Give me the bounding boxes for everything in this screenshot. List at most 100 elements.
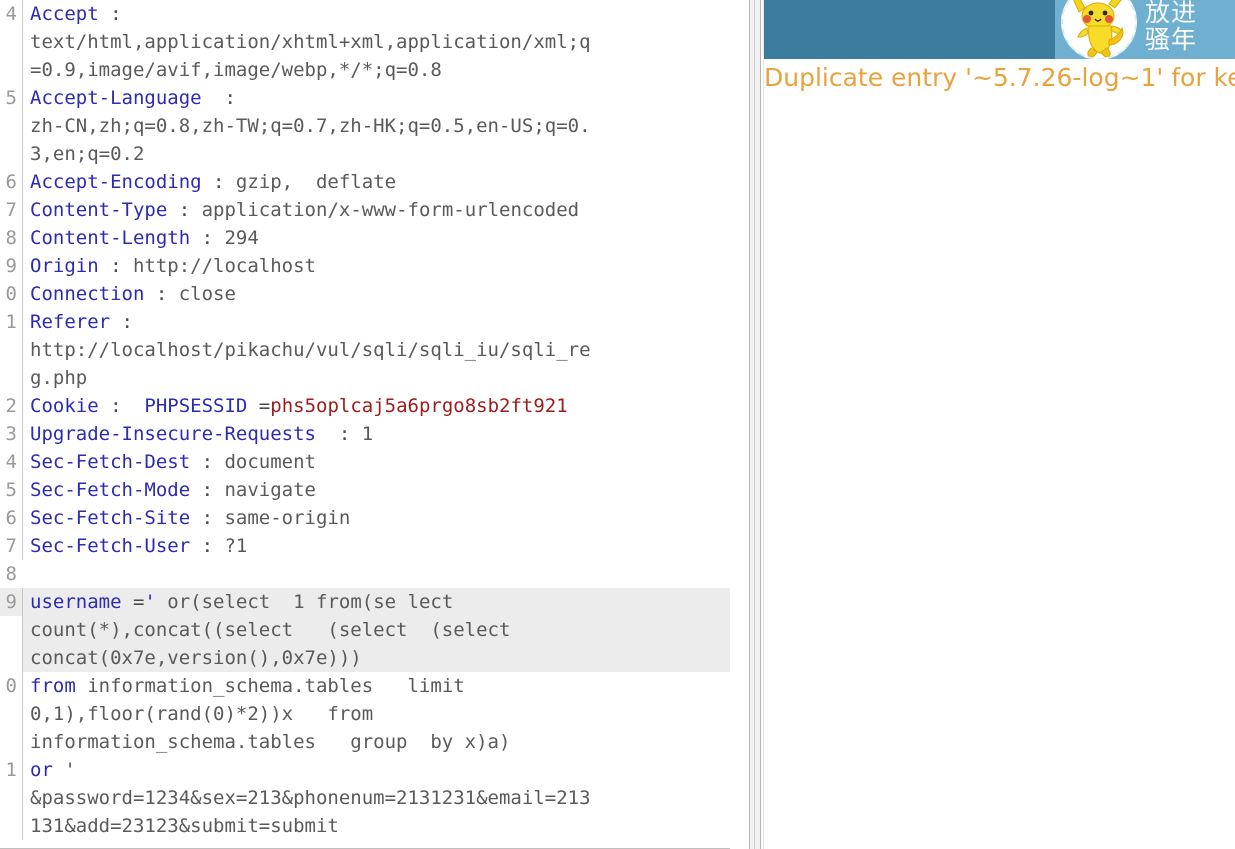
request-line[interactable]: 0 Connection : close [0, 280, 730, 308]
sql-error-message: Duplicate entry '~5.7.26-log~1' for key … [764, 62, 1235, 94]
header-separator: : [315, 423, 362, 445]
line-content[interactable]: or ' &password=1234&sex=213&phonenum=213… [22, 756, 730, 840]
request-line[interactable]: 8 Content-Length : 294 [0, 224, 730, 252]
line-number: 7 [5, 535, 17, 557]
line-number: 5 [5, 87, 17, 109]
brand-text: 放进 骚年 [1145, 0, 1197, 53]
site-banner: 放进 骚年 [764, 0, 1235, 59]
line-content[interactable]: Accept-Language : zh-CN,zh;q=0.8,zh-TW;q… [22, 84, 730, 168]
header-name: Sec-Fetch-Site [30, 507, 191, 529]
header-value: document [224, 451, 316, 473]
line-content[interactable]: Referer : http://localhost/pikachu/vul/s… [22, 308, 730, 392]
brand-text-line1: 放进 [1145, 0, 1198, 27]
cookie-equals: = [247, 395, 271, 417]
sql-keyword: or [30, 759, 53, 781]
header-separator: : [201, 87, 236, 109]
line-content[interactable]: Content-Length : 294 [22, 224, 730, 252]
header-separator: : [190, 451, 225, 473]
line-content[interactable]: Connection : close [22, 280, 730, 308]
request-line[interactable]: 2 Cookie : PHPSESSID =phs5oplcaj5a6prgo8… [0, 392, 730, 420]
request-body-line[interactable]: 1 or ' &password=1234&sex=213&phonenum=2… [0, 756, 730, 840]
param-value: information_schema.tables limit 0,1),flo… [30, 675, 511, 753]
line-number: 9 [0, 588, 22, 616]
response-render-pane[interactable]: 放进 骚年 Duplicate entry '~5.7.26-log~1' fo… [761, 0, 1235, 849]
header-name: Sec-Fetch-Dest [30, 451, 191, 473]
header-separator: : [110, 311, 133, 333]
line-content[interactable]: Cookie : PHPSESSID =phs5oplcaj5a6prgo8sb… [22, 392, 730, 420]
line-content[interactable]: Sec-Fetch-User : ?1 [22, 532, 730, 560]
request-line[interactable]: 4 Accept : text/html,application/xhtml+x… [0, 0, 730, 84]
request-line[interactable]: 3 Upgrade-Insecure-Requests : 1 [0, 420, 730, 448]
header-separator: : [190, 535, 225, 557]
header-value: 294 [224, 227, 259, 249]
header-name: Accept-Encoding [30, 171, 202, 193]
line-content[interactable]: Sec-Fetch-Dest : document [22, 448, 730, 476]
line-number: 3 [5, 423, 17, 445]
request-line[interactable]: 9 Origin : http://localhost [0, 252, 730, 280]
line-number: 2 [5, 395, 17, 417]
line-number: 6 [5, 507, 17, 529]
header-separator: : [190, 507, 225, 529]
splitter-grip [754, 0, 755, 849]
header-value: text/html,application/xhtml+xml,applicat… [30, 31, 591, 81]
render-left-edge [761, 0, 764, 849]
line-content[interactable]: Accept : text/html,application/xhtml+xml… [22, 0, 730, 84]
header-value: close [178, 283, 236, 305]
line-content[interactable]: Accept-Encoding : gzip, deflate [22, 168, 730, 196]
header-separator: : [98, 3, 122, 25]
header-value: zh-CN,zh;q=0.8,zh-TW;q=0.7,zh-HK;q=0.5,e… [30, 115, 591, 165]
request-code-area[interactable]: 4 Accept : text/html,application/xhtml+x… [0, 0, 730, 840]
brand-text-line2: 骚年 [1145, 24, 1198, 54]
request-line[interactable]: 6 Sec-Fetch-Site : same-origin [0, 504, 730, 532]
header-name: Cookie [30, 395, 99, 417]
request-line[interactable]: 1 Referer : http://localhost/pikachu/vul… [0, 308, 730, 392]
line-content[interactable]: username =' or(select 1 from(se lect cou… [22, 588, 730, 672]
pane-splitter[interactable] [749, 0, 761, 849]
cookie-name: PHPSESSID [144, 395, 248, 417]
header-name: Sec-Fetch-User [30, 535, 191, 557]
request-editor-pane[interactable]: 4 Accept : text/html,application/xhtml+x… [0, 0, 730, 849]
header-separator: : [167, 199, 202, 221]
line-content[interactable]: from information_schema.tables limit 0,1… [22, 672, 730, 756]
banner-brand-block: 放进 骚年 [1055, 0, 1235, 59]
request-line[interactable]: 7 Content-Type : application/x-www-form-… [0, 196, 730, 224]
line-content[interactable]: Content-Type : application/x-www-form-ur… [22, 196, 730, 224]
header-value: application/x-www-form-urlencoded [201, 199, 580, 221]
request-line-blank[interactable]: 8 [0, 560, 730, 588]
line-content[interactable]: Upgrade-Insecure-Requests : 1 [22, 420, 730, 448]
request-line[interactable]: 4 Sec-Fetch-Dest : document [0, 448, 730, 476]
header-name: Accept-Language [30, 87, 202, 109]
line-number: 0 [5, 283, 17, 305]
line-number: 8 [5, 227, 17, 249]
request-line[interactable]: 6 Accept-Encoding : gzip, deflate [0, 168, 730, 196]
header-value: ?1 [224, 535, 248, 557]
line-content[interactable]: Origin : http://localhost [22, 252, 730, 280]
header-value: same-origin [224, 507, 351, 529]
param-value: ' &password=1234&sex=213&phonenum=213123… [30, 759, 591, 837]
request-line[interactable]: 5 Accept-Language : zh-CN,zh;q=0.8,zh-TW… [0, 84, 730, 168]
header-separator: : [98, 395, 145, 417]
header-value: navigate [224, 479, 316, 501]
header-value: http://localhost [132, 255, 316, 277]
request-body-line[interactable]: 9 username =' or(select 1 from(se lect c… [0, 588, 730, 672]
header-name: Sec-Fetch-Mode [30, 479, 191, 501]
header-name: Content-Type [30, 199, 168, 221]
header-name: Upgrade-Insecure-Requests [30, 423, 316, 445]
line-number: 4 [5, 3, 17, 25]
header-value: http://localhost/pikachu/vul/sqli/sqli_i… [30, 339, 591, 389]
header-name: Accept [30, 3, 99, 25]
line-number: 4 [5, 451, 17, 473]
cookie-value: phs5oplcaj5a6prgo8sb2ft921 [270, 395, 568, 417]
line-content[interactable]: Sec-Fetch-Mode : navigate [22, 476, 730, 504]
header-separator: : [190, 227, 225, 249]
header-name: Origin [30, 255, 99, 277]
line-number: 9 [5, 255, 17, 277]
request-line[interactable]: 7 Sec-Fetch-User : ?1 [0, 532, 730, 560]
header-value: gzip, deflate [235, 171, 397, 193]
header-separator: : [98, 255, 133, 277]
header-name: Referer [30, 311, 111, 333]
line-number: 1 [5, 311, 17, 333]
request-line[interactable]: 5 Sec-Fetch-Mode : navigate [0, 476, 730, 504]
line-content[interactable]: Sec-Fetch-Site : same-origin [22, 504, 730, 532]
request-body-line[interactable]: 0 from information_schema.tables limit 0… [0, 672, 730, 756]
